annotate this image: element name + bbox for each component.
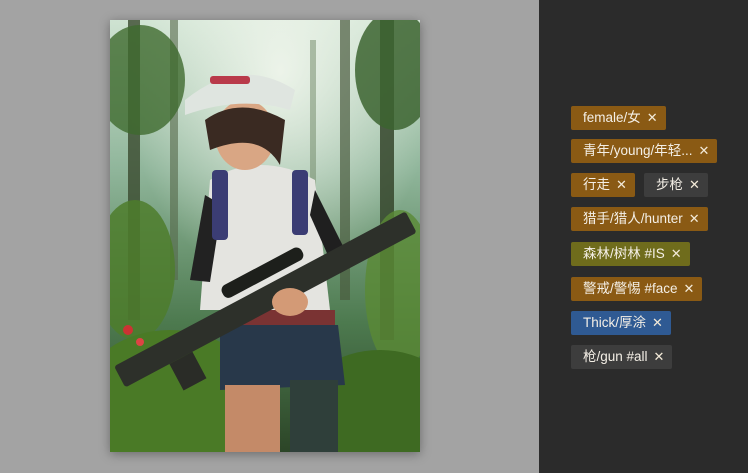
tag-label: female/女 bbox=[583, 110, 641, 125]
close-icon[interactable]: ✕ bbox=[652, 311, 663, 335]
tag-walking[interactable]: 行走 ✕ bbox=[571, 173, 635, 197]
tag-label: 枪/gun #all bbox=[583, 349, 648, 364]
close-icon[interactable]: ✕ bbox=[647, 106, 658, 130]
tag-thick-paint[interactable]: Thick/厚涂 ✕ bbox=[571, 311, 671, 335]
tag-rifle[interactable]: 步枪 ✕ bbox=[644, 173, 708, 197]
canvas-area bbox=[0, 0, 539, 473]
tag-gun[interactable]: 枪/gun #all ✕ bbox=[571, 345, 673, 369]
tag-female[interactable]: female/女 ✕ bbox=[571, 106, 666, 130]
artwork-image[interactable] bbox=[110, 20, 420, 452]
tag-label: 步枪 bbox=[656, 177, 683, 192]
artwork-illustration bbox=[110, 20, 420, 452]
close-icon[interactable]: ✕ bbox=[671, 242, 682, 266]
tag-young[interactable]: 青年/young/年轻... ✕ bbox=[571, 139, 718, 163]
close-icon[interactable]: ✕ bbox=[684, 277, 695, 301]
tag-panel: female/女 ✕ 青年/young/年轻... ✕ 行走 ✕ 步枪 ✕ 猎手… bbox=[539, 0, 748, 473]
tag-label: Thick/厚涂 bbox=[583, 315, 647, 330]
close-icon[interactable]: ✕ bbox=[654, 345, 665, 369]
tag-alert[interactable]: 警戒/警惕 #face ✕ bbox=[571, 277, 703, 301]
close-icon[interactable]: ✕ bbox=[616, 173, 627, 197]
tag-label: 森林/树林 #IS bbox=[583, 246, 665, 261]
tag-forest[interactable]: 森林/树林 #IS ✕ bbox=[571, 242, 690, 266]
close-icon[interactable]: ✕ bbox=[689, 207, 700, 231]
tag-label: 青年/young/年轻... bbox=[583, 143, 693, 158]
tag-hunter[interactable]: 猎手/猎人/hunter ✕ bbox=[571, 207, 708, 231]
tag-label: 行走 bbox=[583, 177, 610, 192]
close-icon[interactable]: ✕ bbox=[689, 173, 700, 197]
tag-label: 警戒/警惕 #face bbox=[583, 281, 678, 296]
close-icon[interactable]: ✕ bbox=[699, 139, 710, 163]
tag-label: 猎手/猎人/hunter bbox=[583, 211, 683, 226]
